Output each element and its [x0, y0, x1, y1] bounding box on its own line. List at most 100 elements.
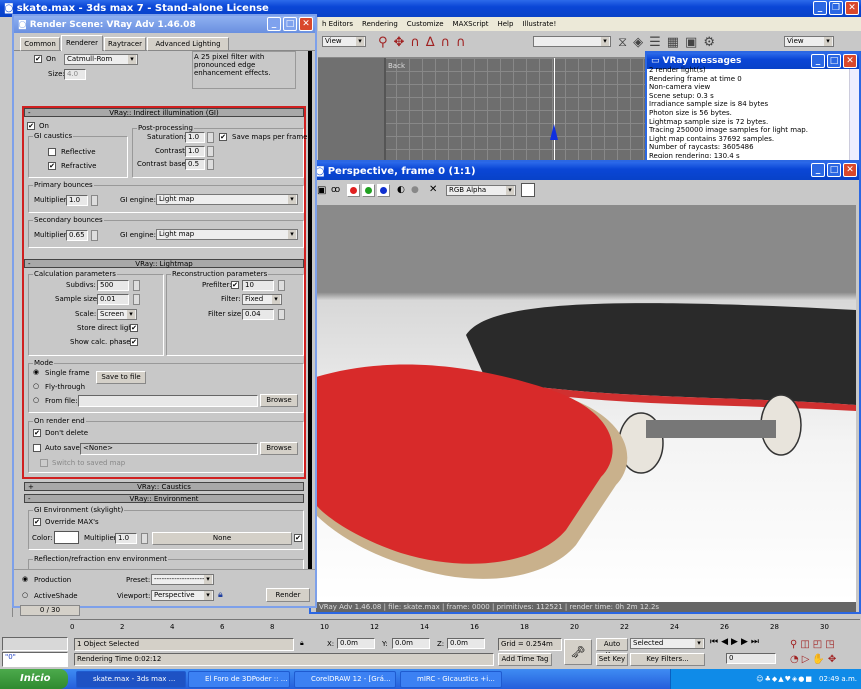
y-field[interactable]: 0.0m — [392, 638, 430, 649]
menu-item[interactable]: Help — [497, 17, 513, 31]
start-button[interactable]: Inicio — [0, 669, 68, 689]
x-field[interactable]: 0.0m — [337, 638, 375, 649]
saturation-field[interactable]: 1.0 — [185, 132, 205, 143]
save-image-icon[interactable]: ▣ — [317, 185, 326, 196]
auto-save-checkbox[interactable] — [33, 444, 41, 452]
prefilter-checkbox[interactable]: ✔ — [231, 281, 239, 289]
environment-rollout-header[interactable]: - VRay:: Environment — [24, 494, 304, 503]
taskbar-item[interactable]: mIRC - GIcaustics +i... — [400, 671, 502, 688]
gi-on-checkbox[interactable]: ✔ — [27, 122, 35, 130]
reference-coord-dropdown[interactable]: View — [322, 36, 366, 47]
subdivs-field[interactable]: 500 — [97, 280, 129, 291]
saturation-spinner[interactable] — [207, 132, 214, 143]
taskbar-item[interactable]: El Foro de 3DPoder :: ... — [188, 671, 290, 688]
lock-selection-icon[interactable]: 🔒︎ — [300, 639, 304, 648]
lock-icon[interactable]: 🔒︎ — [218, 590, 223, 600]
color-swatch[interactable] — [521, 183, 535, 197]
clear-icon[interactable]: ✕ — [429, 184, 437, 195]
channel-dropdown[interactable]: RGB Alpha — [446, 185, 516, 196]
key-filters-button[interactable]: Key Filters... — [630, 653, 705, 666]
env-map-button[interactable]: None — [152, 532, 292, 545]
close-button[interactable]: ✕ — [845, 1, 859, 15]
refractive-checkbox[interactable]: ✔ — [48, 162, 56, 170]
viewport-nav-icons[interactable]: ⚲◫◰◳ ◔▷✋✥ — [790, 637, 839, 667]
tab-raytracer[interactable]: Raytracer — [104, 37, 146, 51]
sample-size-field[interactable]: 0.01 — [97, 294, 129, 305]
prefilter-spinner[interactable] — [278, 280, 285, 291]
reflective-checkbox[interactable] — [48, 148, 56, 156]
env-map-checkbox[interactable]: ✔ — [294, 534, 302, 542]
maximize-button[interactable]: □ — [827, 163, 841, 177]
menu-item[interactable]: Illustrate! — [522, 17, 556, 31]
timeline-ruler[interactable]: 0 2 4 6 8 10 12 14 16 18 20 22 24 26 28 30 — [70, 619, 860, 637]
radio-fly-through[interactable]: ○ — [33, 382, 39, 390]
minimize-button[interactable]: _ — [811, 54, 825, 68]
radio-activeshade[interactable]: ○ — [22, 591, 28, 599]
filter-size-field[interactable]: 0.04 — [242, 309, 274, 320]
primary-multiplier-spinner[interactable] — [91, 195, 98, 206]
maxscript-listener[interactable]: "0" — [2, 652, 68, 667]
preset-dropdown[interactable]: -------------------- — [151, 574, 214, 585]
radio-from-file[interactable]: ○ — [33, 396, 39, 404]
tab-renderer[interactable]: Renderer — [61, 35, 103, 51]
subdivs-spinner[interactable] — [133, 280, 140, 291]
menu-item[interactable]: Customize — [407, 17, 444, 31]
set-key-icon-button[interactable]: 🗝︎ — [564, 639, 592, 665]
override-max-checkbox[interactable]: ✔ — [33, 518, 41, 526]
auto-save-path-field[interactable]: <None> — [80, 443, 258, 455]
view-dropdown[interactable]: View — [784, 36, 834, 47]
browse-button[interactable]: Browse — [260, 394, 298, 407]
mono-icon[interactable]: ● — [411, 185, 419, 195]
env-multiplier-spinner[interactable] — [141, 533, 148, 544]
render-button[interactable]: Render — [266, 588, 310, 602]
auto-key-button[interactable]: Auto Key — [596, 638, 628, 659]
playback-controls[interactable]: ⏮◀▶▶⏭ — [710, 637, 762, 647]
restore-button[interactable]: ❐ — [829, 1, 843, 15]
alpha-icon[interactable]: ◐ — [397, 185, 405, 195]
scale-dropdown[interactable]: Screen — [97, 309, 137, 320]
sample-size-spinner[interactable] — [133, 294, 140, 305]
show-calc-checkbox[interactable]: ✔ — [130, 338, 138, 346]
radio-production[interactable]: ◉ — [22, 575, 28, 583]
maximize-button[interactable]: □ — [827, 54, 841, 68]
close-button[interactable]: ✕ — [843, 54, 857, 68]
filter-size-field[interactable]: 4.0 — [64, 69, 86, 80]
menu-item[interactable]: h Editors — [322, 17, 353, 31]
clone-icon[interactable]: ꝏ — [331, 185, 340, 195]
radio-single-frame[interactable]: ◉ — [33, 368, 39, 376]
current-frame-field[interactable]: 0 — [726, 653, 776, 664]
filter-on-checkbox[interactable]: ✔ — [34, 55, 42, 63]
key-mode-dropdown[interactable]: Selected — [630, 638, 705, 649]
menu-item[interactable]: Rendering — [362, 17, 398, 31]
z-field[interactable]: 0.0m — [447, 638, 485, 649]
env-multiplier-field[interactable]: 1.0 — [115, 533, 137, 544]
save-to-file-button[interactable]: Save to file — [96, 371, 146, 384]
store-direct-checkbox[interactable]: ✔ — [130, 324, 138, 332]
filter-dropdown[interactable]: Fixed — [242, 294, 282, 305]
primary-multiplier-field[interactable]: 1.0 — [66, 195, 88, 206]
red-channel-button[interactable] — [347, 184, 360, 197]
contrast-field[interactable]: 1.0 — [185, 146, 205, 157]
dont-delete-checkbox[interactable]: ✔ — [33, 429, 41, 437]
contrast-base-field[interactable]: 0.5 — [185, 159, 205, 170]
messages-scrollbar[interactable] — [849, 69, 859, 161]
viewport-dropdown[interactable]: Perspective — [151, 590, 214, 601]
browse-button-2[interactable]: Browse — [260, 442, 298, 455]
secondary-engine-dropdown[interactable]: Light map — [156, 229, 298, 240]
panel-scrollbar[interactable] — [308, 51, 312, 586]
named-selection-dropdown[interactable] — [533, 36, 611, 47]
tab-advanced-lighting[interactable]: Advanced Lighting — [147, 37, 229, 51]
green-channel-button[interactable] — [362, 184, 375, 197]
viewport-back[interactable]: Back — [318, 58, 648, 160]
menu-item[interactable]: MAXScript — [453, 17, 489, 31]
add-time-tag-button[interactable]: Add Time Tag — [498, 653, 552, 666]
contrast-spinner[interactable] — [207, 146, 214, 157]
maximize-button[interactable]: □ — [283, 17, 297, 31]
close-button[interactable]: ✕ — [299, 17, 313, 31]
taskbar-item[interactable]: CorelDRAW 12 - [Grá... — [294, 671, 396, 688]
env-color-swatch[interactable] — [54, 531, 79, 544]
gi-rollout-header[interactable]: - VRay:: Indirect illumination (GI) — [24, 108, 304, 117]
caustics-rollout-header[interactable]: + VRay:: Caustics — [24, 482, 304, 491]
lightmap-file-field[interactable] — [78, 395, 258, 407]
tab-common[interactable]: Common — [20, 37, 60, 51]
